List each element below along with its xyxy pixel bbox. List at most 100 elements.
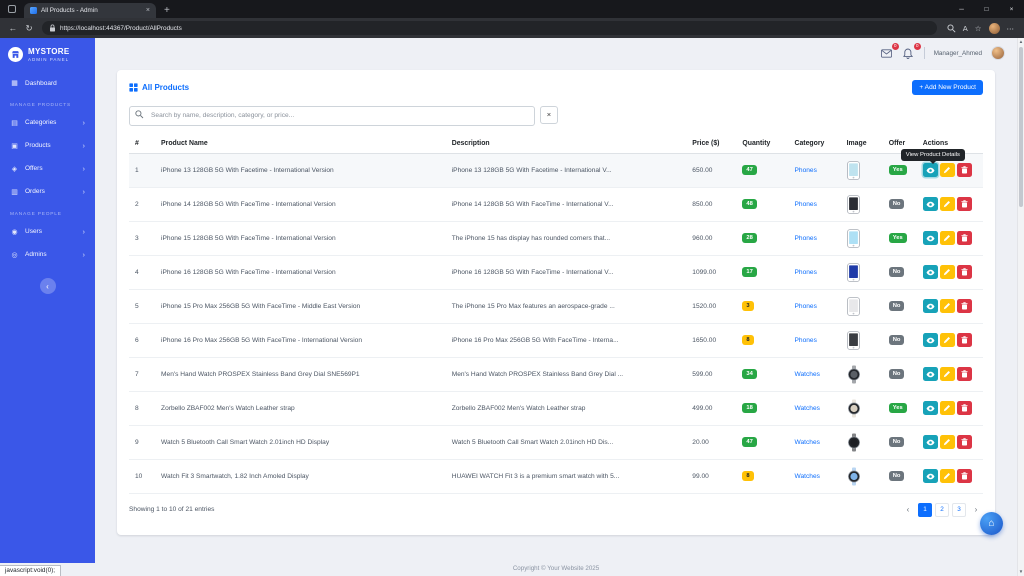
clear-search-button[interactable]: × — [540, 105, 558, 124]
pagination-next-button[interactable]: › — [969, 503, 983, 517]
search-input[interactable] — [129, 105, 535, 126]
quantity-badge: 8 — [742, 471, 754, 481]
maximize-button[interactable]: □ — [974, 0, 999, 18]
browser-profile-avatar[interactable] — [988, 22, 1000, 34]
read-aloud-icon[interactable]: A — [963, 24, 968, 33]
browser-window: All Products - Admin × + ─ □ × ← ↻ https… — [0, 0, 1024, 576]
brand-subtitle: ADMIN PANEL — [28, 56, 70, 62]
delete-button[interactable] — [956, 196, 972, 211]
browser-tab[interactable]: All Products - Admin × — [24, 3, 156, 18]
category-link[interactable]: Phones — [795, 235, 817, 242]
address-bar[interactable]: https://localhost:44367/Product/AllProdu… — [42, 21, 937, 35]
sidebar-item-categories[interactable]: Categories › — [0, 111, 95, 134]
sidebar-collapse-button[interactable]: ‹ — [39, 278, 56, 294]
products-icon — [10, 142, 19, 150]
delete-button[interactable] — [956, 264, 972, 279]
view-button[interactable] — [922, 435, 938, 450]
scrollbar-thumb[interactable] — [1019, 47, 1023, 207]
sidebar-item-admins[interactable]: Admins › — [0, 243, 95, 266]
table-header-row: # Product Name Description Price ($) Quantit… — [129, 133, 983, 154]
edit-button[interactable] — [939, 434, 955, 449]
pencil-icon — [944, 234, 951, 241]
product-name: iPhone 13 128GB 5G With Facetime - Inter… — [155, 153, 446, 188]
table-row: 6 iPhone 16 Pro Max 256GB 5G With FaceTim… — [129, 323, 983, 358]
category-link[interactable]: Phones — [795, 167, 817, 174]
delete-button[interactable] — [956, 366, 972, 381]
scrollbar[interactable]: ▲ ▼ — [1017, 38, 1024, 576]
pencil-icon — [944, 268, 951, 275]
pagination-prev-button[interactable]: ‹ — [901, 503, 915, 517]
category-link[interactable]: Phones — [795, 269, 817, 276]
view-button[interactable] — [922, 231, 938, 246]
close-button[interactable]: × — [999, 0, 1024, 18]
sidebar-item-label: Categories — [25, 119, 57, 126]
delete-button[interactable] — [956, 468, 972, 483]
tab-close-icon[interactable]: × — [146, 7, 150, 14]
category-link[interactable]: Watches — [795, 439, 820, 446]
settings-dots-icon[interactable]: ⋯ — [1007, 24, 1015, 33]
user-avatar[interactable] — [991, 46, 1005, 60]
scroll-down-icon[interactable]: ▼ — [1018, 568, 1024, 576]
messages-button[interactable]: 0 — [880, 42, 899, 60]
view-button[interactable] — [922, 299, 938, 314]
category-link[interactable]: Phones — [795, 201, 817, 208]
edit-button[interactable] — [939, 298, 955, 313]
sidebar-section-label: MANAGE PRODUCTS — [10, 103, 72, 108]
category-link[interactable]: Phones — [795, 303, 817, 310]
edit-button[interactable] — [939, 230, 955, 245]
pagination-page-button[interactable]: 3 — [952, 502, 966, 517]
new-tab-button[interactable]: + — [164, 3, 170, 18]
category-link[interactable]: Watches — [795, 473, 820, 480]
page-title: All Products — [129, 83, 189, 92]
delete-button[interactable] — [956, 230, 972, 245]
sidebar-item-products[interactable]: Products › — [0, 134, 95, 157]
trash-icon — [961, 472, 968, 480]
delete-button[interactable] — [956, 332, 972, 347]
delete-button[interactable] — [956, 162, 972, 177]
trash-icon — [961, 166, 968, 174]
view-button[interactable] — [922, 401, 938, 416]
view-button[interactable] — [922, 367, 938, 382]
product-description: Watch 5 Bluetooth Call Smart Watch 2.01i… — [445, 425, 687, 460]
view-button[interactable] — [922, 265, 938, 280]
pencil-icon — [944, 200, 951, 207]
scroll-home-button[interactable]: ⌂ — [980, 512, 1003, 535]
pagination-page-button[interactable]: 1 — [918, 502, 932, 517]
scroll-up-icon[interactable]: ▲ — [1018, 38, 1024, 46]
tab-actions-button[interactable] — [4, 0, 20, 18]
product-name: iPhone 14 128GB 5G With FaceTime - Inter… — [155, 187, 446, 222]
minimize-button[interactable]: ─ — [949, 0, 974, 18]
delete-button[interactable] — [956, 298, 972, 313]
sidebar-item-offers[interactable]: Offers › — [0, 157, 95, 180]
edit-button[interactable] — [939, 196, 955, 211]
view-button[interactable] — [922, 197, 938, 212]
offer-badge: No — [888, 301, 905, 311]
edit-button[interactable] — [939, 162, 955, 177]
delete-button[interactable] — [956, 434, 972, 449]
refresh-button[interactable]: ↻ — [22, 23, 36, 34]
back-button[interactable]: ← — [6, 23, 20, 33]
edit-button[interactable] — [939, 332, 955, 347]
sidebar-item-orders[interactable]: Orders › — [0, 180, 95, 203]
category-link[interactable]: Watches — [795, 405, 820, 412]
sidebar-item-users[interactable]: Users › — [0, 220, 95, 243]
category-link[interactable]: Watches — [795, 371, 820, 378]
category-link[interactable]: Phones — [795, 337, 817, 344]
view-button[interactable] — [922, 333, 938, 348]
favorites-star-icon[interactable]: ☆ — [975, 24, 982, 33]
product-name: iPhone 16 Pro Max 256GB 5G With FaceTime… — [155, 323, 446, 358]
offer-badge: No — [888, 199, 905, 209]
edit-button[interactable] — [939, 264, 955, 279]
add-new-product-button[interactable]: + Add New Product — [912, 80, 983, 95]
notifications-button[interactable]: 0 — [902, 42, 921, 60]
product-name: Men's Hand Watch PROSPEX Stainless Band … — [155, 357, 446, 392]
sidebar-item-dashboard[interactable]: Dashboard — [0, 72, 95, 94]
zoom-icon[interactable] — [947, 23, 956, 33]
edit-button[interactable] — [939, 468, 955, 483]
view-button[interactable] — [922, 469, 938, 484]
pagination-page-button[interactable]: 2 — [935, 502, 949, 517]
search-box — [129, 104, 535, 126]
edit-button[interactable] — [939, 366, 955, 381]
edit-button[interactable] — [939, 400, 955, 415]
delete-button[interactable] — [956, 400, 972, 415]
